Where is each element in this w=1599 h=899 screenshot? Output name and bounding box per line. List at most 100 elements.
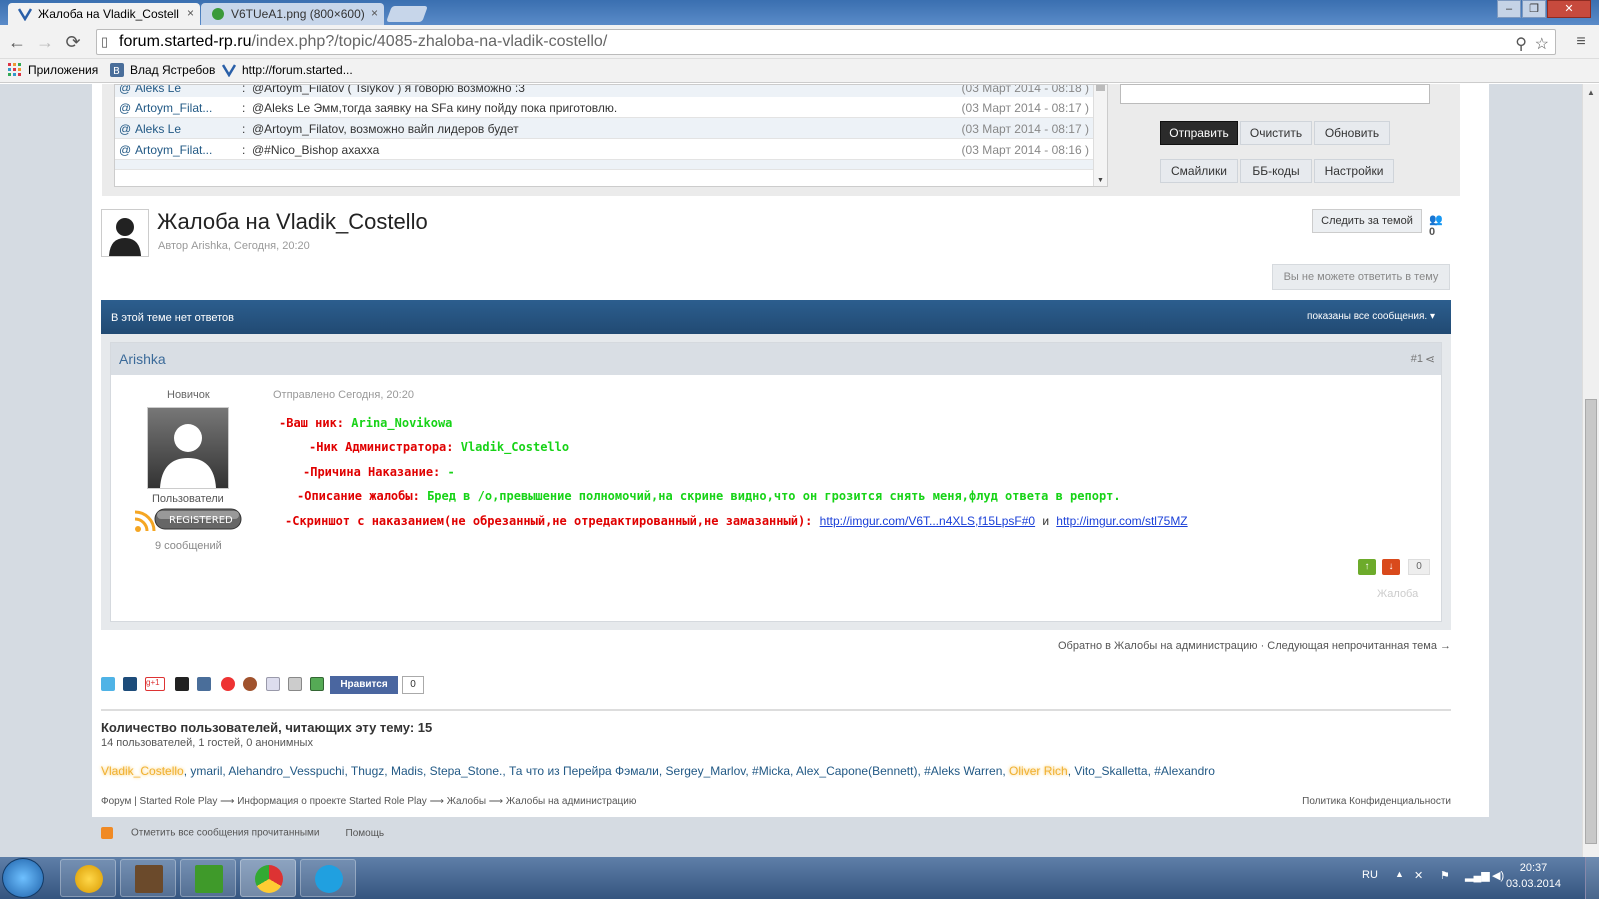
- bookmarks-bar: Приложения В Влад Ястребов http://forum.…: [0, 59, 1599, 83]
- refresh-button[interactable]: Обновить: [1314, 121, 1390, 145]
- rss-icon[interactable]: [101, 827, 113, 839]
- shoutbox-scrollbar[interactable]: ▼: [1093, 85, 1107, 186]
- shout-nick[interactable]: Artoym_Filat...: [135, 101, 212, 115]
- reader-link[interactable]: Vladik_Costello: [101, 764, 184, 778]
- tab-close-icon[interactable]: ×: [371, 6, 378, 20]
- bbcodes-button[interactable]: ББ-коды: [1240, 159, 1312, 183]
- signal-icon[interactable]: ▂▄▆: [1465, 869, 1490, 882]
- taskbar-app-skype[interactable]: [300, 859, 356, 897]
- taskbar-app[interactable]: [60, 859, 116, 897]
- odnoklassniki-icon[interactable]: [221, 677, 235, 691]
- minimize-button[interactable]: ‒: [1497, 0, 1521, 18]
- taskbar-app[interactable]: [120, 859, 176, 897]
- facebook-like-button[interactable]: Нравится: [330, 676, 398, 694]
- shout-input[interactable]: [1120, 84, 1430, 104]
- mention-icon[interactable]: @: [119, 143, 131, 157]
- network-error-icon[interactable]: ✕: [1414, 869, 1423, 882]
- facebook-like-count: 0: [402, 676, 424, 694]
- smilies-button[interactable]: Смайлики: [1160, 159, 1238, 183]
- scroll-thumb[interactable]: [1585, 399, 1597, 844]
- vk-icon[interactable]: [197, 677, 211, 691]
- language-indicator[interactable]: RU: [1362, 869, 1378, 881]
- badge-text: REGISTERED: [169, 515, 233, 526]
- tab-close-icon[interactable]: ×: [187, 6, 194, 20]
- forum-favicon-icon: [221, 63, 237, 78]
- twitter-icon[interactable]: [101, 677, 115, 691]
- tray-expand-icon[interactable]: ▲: [1395, 869, 1404, 879]
- action-center-icon[interactable]: ⚑: [1440, 869, 1450, 882]
- mail-ru-icon[interactable]: [243, 677, 257, 691]
- bookmark-vk[interactable]: В Влад Ястребов: [110, 63, 215, 77]
- reader-links[interactable]: , ymaril, Alehandro_Vesspuchi, Thugz, Ma…: [184, 764, 1009, 778]
- tab-complaint[interactable]: Жалоба на Vladik_Costell ×: [8, 3, 200, 25]
- new-tab-button[interactable]: [386, 6, 428, 22]
- page-scrollbar[interactable]: ▲: [1582, 84, 1599, 857]
- settings-button[interactable]: Настройки: [1314, 159, 1394, 183]
- author-avatar[interactable]: [147, 407, 229, 489]
- share-icon[interactable]: ⋖: [1425, 352, 1435, 366]
- screenshot-link-1[interactable]: http://imgur.com/V6T...n4XLS,f15LpsF#0: [820, 514, 1035, 528]
- post-number[interactable]: #1: [1411, 353, 1423, 365]
- volume-icon[interactable]: ◀): [1492, 869, 1504, 882]
- scroll-up-icon[interactable]: ▲: [1587, 88, 1595, 97]
- follow-topic-button[interactable]: Следить за темой: [1312, 209, 1422, 233]
- scroll-down-icon[interactable]: ▼: [1097, 177, 1104, 184]
- send-button[interactable]: Отправить: [1160, 121, 1238, 145]
- bookmark-forum[interactable]: http://forum.started...: [221, 63, 353, 78]
- reload-button[interactable]: ⟳: [62, 32, 84, 54]
- shoutbox-messages: @ Aleks Le : @Artoym_Filatov ( Tsiykov )…: [114, 84, 1108, 187]
- email-icon[interactable]: [266, 677, 280, 691]
- windows-taskbar: RU ▲ ✕ ⚑ ▂▄▆ ◀) 20:37 03.03.2014: [0, 857, 1599, 899]
- post-author[interactable]: Arishka: [119, 351, 166, 367]
- shout-nick[interactable]: Aleks Le: [135, 122, 181, 136]
- users-icon: 👥: [1429, 214, 1443, 226]
- skype-icon: [315, 865, 343, 893]
- post-count: 9 сообщений: [155, 540, 222, 552]
- digg-icon[interactable]: [123, 677, 137, 691]
- author-avatar[interactable]: [101, 209, 149, 257]
- mention-icon[interactable]: @: [119, 101, 131, 115]
- print-icon[interactable]: [288, 677, 302, 691]
- mention-icon[interactable]: @: [119, 122, 131, 136]
- vote-up-button[interactable]: ↑: [1358, 559, 1376, 575]
- breadcrumb[interactable]: Форум | Started Role Play ⟶ Информация о…: [101, 796, 636, 807]
- topic-nav-links[interactable]: Обратно в Жалобы на администрацию · След…: [101, 640, 1451, 652]
- tab-image[interactable]: V6TUeA1.png (800×600) ×: [201, 3, 384, 25]
- privacy-link[interactable]: Политика Конфиденциальности: [1302, 796, 1451, 807]
- post-filter-dropdown[interactable]: показаны все сообщения. ▾: [1307, 311, 1435, 322]
- field-admin-nick: -Ник Администратора: Vladik_Costello: [309, 440, 570, 454]
- back-button[interactable]: ←: [6, 32, 28, 54]
- forward-button[interactable]: →: [34, 32, 56, 54]
- taskbar-app-chrome[interactable]: [240, 859, 296, 897]
- address-bar[interactable]: ▯ forum.started-rp.ru/index.php?/topic/4…: [96, 29, 1556, 55]
- mention-icon[interactable]: @: [119, 85, 131, 95]
- field-screenshot: -Скриншот с наказанием(не обрезанный,не …: [285, 514, 1188, 528]
- clear-button[interactable]: Очистить: [1240, 121, 1312, 145]
- shout-nick[interactable]: Artoym_Filat...: [135, 143, 212, 157]
- cant-reply-button[interactable]: Вы не можете ответить в тему: [1272, 264, 1450, 290]
- menu-icon[interactable]: ≡: [1570, 32, 1592, 54]
- delicious-icon[interactable]: [175, 677, 189, 691]
- clock[interactable]: 20:37 03.03.2014: [1506, 860, 1561, 892]
- show-desktop-button[interactable]: [1585, 857, 1599, 899]
- shout-nick[interactable]: Aleks Le: [135, 85, 181, 95]
- taskbar-app[interactable]: [180, 859, 236, 897]
- close-window-button[interactable]: ✕: [1547, 0, 1591, 18]
- help-link[interactable]: Помощь: [346, 828, 385, 839]
- bookmark-apps[interactable]: Приложения: [8, 63, 98, 77]
- search-icon[interactable]: ⚲: [1515, 34, 1527, 54]
- reader-links[interactable]: , Vito_Skalletta, #Alexandro: [1068, 764, 1215, 778]
- download-icon[interactable]: [310, 677, 324, 691]
- mark-read-link[interactable]: Отметить все сообщения прочитанными: [131, 828, 320, 839]
- post-tag[interactable]: Жалоба: [1377, 588, 1418, 600]
- start-button[interactable]: [2, 858, 44, 898]
- bookmark-star-icon[interactable]: ☆: [1535, 34, 1549, 54]
- topic-meta: Автор Arishka, Сегодня, 20:20: [158, 240, 310, 252]
- shout-message: @Artoym_Filatov ( Tsiykov ) я говорю воз…: [252, 84, 525, 95]
- restore-button[interactable]: ❐: [1522, 0, 1546, 18]
- reader-link[interactable]: Oliver Rich: [1009, 764, 1068, 778]
- google-plus-icon[interactable]: g+1: [145, 677, 165, 691]
- scroll-thumb[interactable]: [1096, 85, 1105, 91]
- vote-down-button[interactable]: ↓: [1382, 559, 1400, 575]
- screenshot-link-2[interactable]: http://imgur.com/stl75MZ: [1056, 514, 1187, 528]
